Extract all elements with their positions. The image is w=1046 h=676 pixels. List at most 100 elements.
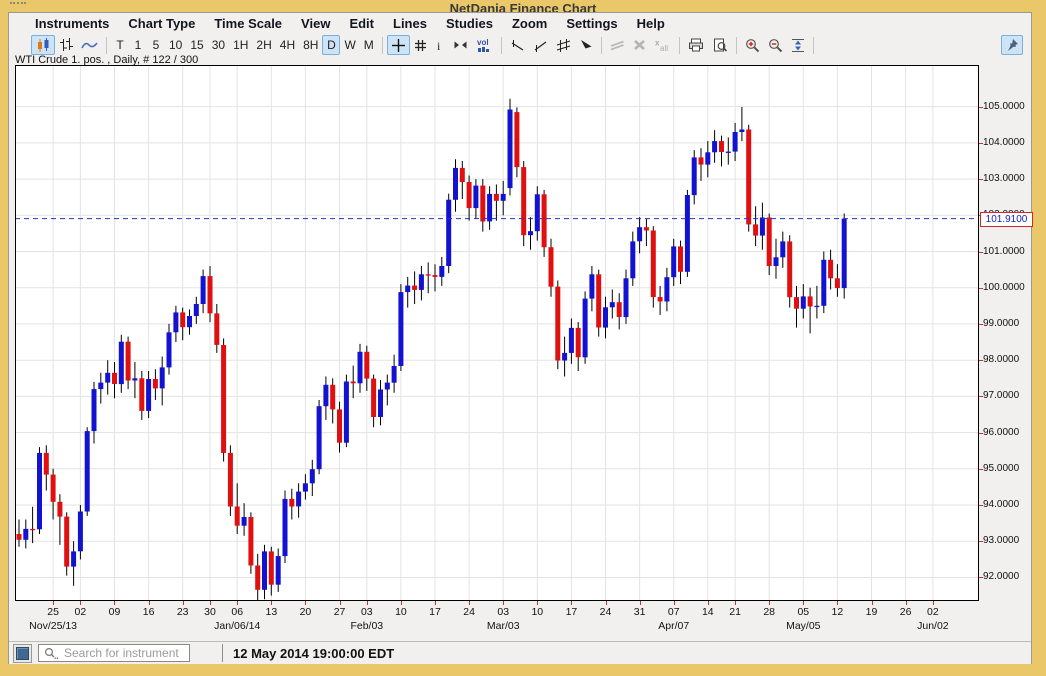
timeframe-15min-button[interactable]: 15	[186, 35, 207, 55]
x-axis-tick	[53, 601, 54, 605]
y-axis-label: 98.0000	[983, 354, 1037, 365]
candlestick-chart[interactable]	[15, 65, 979, 601]
print-icon	[688, 38, 704, 52]
screen: { "window": { "title": "NetDania Finance…	[0, 0, 1046, 676]
timeframe-30min-button[interactable]: 30	[208, 35, 229, 55]
timeframe-10min-button[interactable]: 10	[165, 35, 186, 55]
timeframe-8h-button[interactable]: 8H	[299, 35, 322, 55]
menu-settings[interactable]: Settings	[566, 16, 617, 31]
x-axis-label: 02	[922, 606, 944, 618]
timeframe-4h-button[interactable]: 4H	[276, 35, 299, 55]
x-axis-tick	[906, 601, 907, 605]
y-axis-tick	[979, 179, 983, 180]
pin-icon	[1005, 38, 1019, 52]
svg-text:i: i	[437, 39, 441, 52]
chart-plot-area[interactable]	[15, 65, 979, 601]
removeline-icon	[610, 40, 625, 51]
menu-help[interactable]: Help	[637, 16, 665, 31]
horizontal-resize-button[interactable]	[449, 35, 472, 55]
x-axis-tick	[872, 601, 873, 605]
menu-edit[interactable]: Edit	[349, 16, 374, 31]
line-chart-button[interactable]	[77, 35, 102, 55]
x-axis-month-label: Jan/06/14	[205, 620, 269, 632]
timeframe-weekly-button[interactable]: W	[340, 35, 359, 55]
search-placeholder: Search for instrument	[64, 646, 179, 660]
x-axis-month-label: Nov/25/13	[21, 620, 85, 632]
menu-studies[interactable]: Studies	[446, 16, 493, 31]
ray-icon	[579, 39, 593, 51]
info-button[interactable]: i	[431, 35, 449, 55]
y-axis-tick	[979, 143, 983, 144]
x-axis-label: 25	[42, 606, 64, 618]
zoomout-icon	[768, 38, 783, 53]
instrument-list-button[interactable]	[13, 644, 32, 663]
toolbar-separator	[382, 37, 383, 54]
y-axis-label: 99.0000	[983, 318, 1037, 329]
last-price-badge: 101.9100	[980, 212, 1033, 227]
x-axis-label: 03	[356, 606, 378, 618]
x-axis-tick	[340, 601, 341, 605]
candlestick-chart-button[interactable]	[31, 35, 55, 55]
zoomin-icon	[745, 38, 760, 53]
ray-arrow-button[interactable]	[575, 35, 597, 55]
x-axis-label: 07	[663, 606, 685, 618]
timeframe-monthly-button[interactable]: M	[360, 35, 378, 55]
x-axis-label: 05	[792, 606, 814, 618]
y-axis-tick	[979, 469, 983, 470]
deletex-icon	[633, 39, 646, 51]
x-axis-tick	[735, 601, 736, 605]
x-axis-month-label: Feb/03	[335, 620, 399, 632]
crosshair-icon	[391, 38, 406, 53]
timeframe-1min-button[interactable]: 1	[129, 35, 147, 55]
delete-line-button[interactable]	[629, 35, 650, 55]
last-update-timestamp: 12 May 2014 19:00:00 EDT	[233, 646, 394, 661]
preview-icon	[712, 38, 728, 52]
trendline-button[interactable]	[506, 35, 529, 55]
trendline-angle-button[interactable]	[529, 35, 552, 55]
status-bar: Search for instrument 12 May 2014 19:00:…	[9, 641, 1031, 664]
timeframe-2h-button[interactable]: 2H	[252, 35, 275, 55]
menu-zoom[interactable]: Zoom	[512, 16, 547, 31]
crosshair-button[interactable]	[387, 35, 410, 55]
chart-application-window: Instruments Chart Type Time Scale View Edit L…	[8, 12, 1032, 664]
timeframe-tick-button[interactable]: T	[111, 35, 129, 55]
timeframe-1h-button[interactable]: 1H	[229, 35, 252, 55]
toolbar-separator	[813, 37, 814, 54]
zoom-out-button[interactable]	[764, 35, 787, 55]
x-axis-tick	[606, 601, 607, 605]
print-preview-button[interactable]	[708, 35, 732, 55]
timeframe-daily-button[interactable]: D	[322, 35, 340, 55]
channel-icon	[556, 39, 571, 52]
remove-line-button[interactable]	[606, 35, 629, 55]
toolbar-separator	[106, 37, 107, 54]
volume-toggle-button[interactable]: vol	[472, 35, 497, 55]
x-axis-label: 24	[458, 606, 480, 618]
x-axis-tick	[469, 601, 470, 605]
delete-all-lines-button[interactable]: xall	[650, 35, 675, 55]
zoom-in-button[interactable]	[741, 35, 764, 55]
grid-toggle-button[interactable]	[410, 35, 431, 55]
y-axis-tick	[979, 433, 983, 434]
x-axis-label: 21	[724, 606, 746, 618]
ohlc-bars-button[interactable]	[55, 35, 77, 55]
trend1-icon	[510, 39, 525, 52]
fit-vertical-button[interactable]	[787, 35, 809, 55]
x-axis-label: 13	[260, 606, 282, 618]
window-titlebar[interactable]: NetDania Finance Chart	[0, 0, 1046, 12]
y-axis-label: 95.0000	[983, 463, 1037, 474]
print-button[interactable]	[684, 35, 708, 55]
x-axis-label: 14	[697, 606, 719, 618]
parallel-channel-button[interactable]	[552, 35, 575, 55]
x-axis-tick	[80, 601, 81, 605]
timeframe-5min-button[interactable]: 5	[147, 35, 165, 55]
menu-time-scale[interactable]: Time Scale	[214, 16, 282, 31]
menu-instruments[interactable]: Instruments	[35, 16, 109, 31]
x-axis-label: 16	[138, 606, 160, 618]
menu-view[interactable]: View	[301, 16, 330, 31]
menu-lines[interactable]: Lines	[393, 16, 427, 31]
x-axis-label: 19	[861, 606, 883, 618]
y-axis-label: 105.0000	[983, 101, 1037, 112]
pin-window-button[interactable]	[1001, 35, 1023, 55]
search-input[interactable]: Search for instrument	[38, 644, 190, 662]
menu-chart-type[interactable]: Chart Type	[128, 16, 195, 31]
